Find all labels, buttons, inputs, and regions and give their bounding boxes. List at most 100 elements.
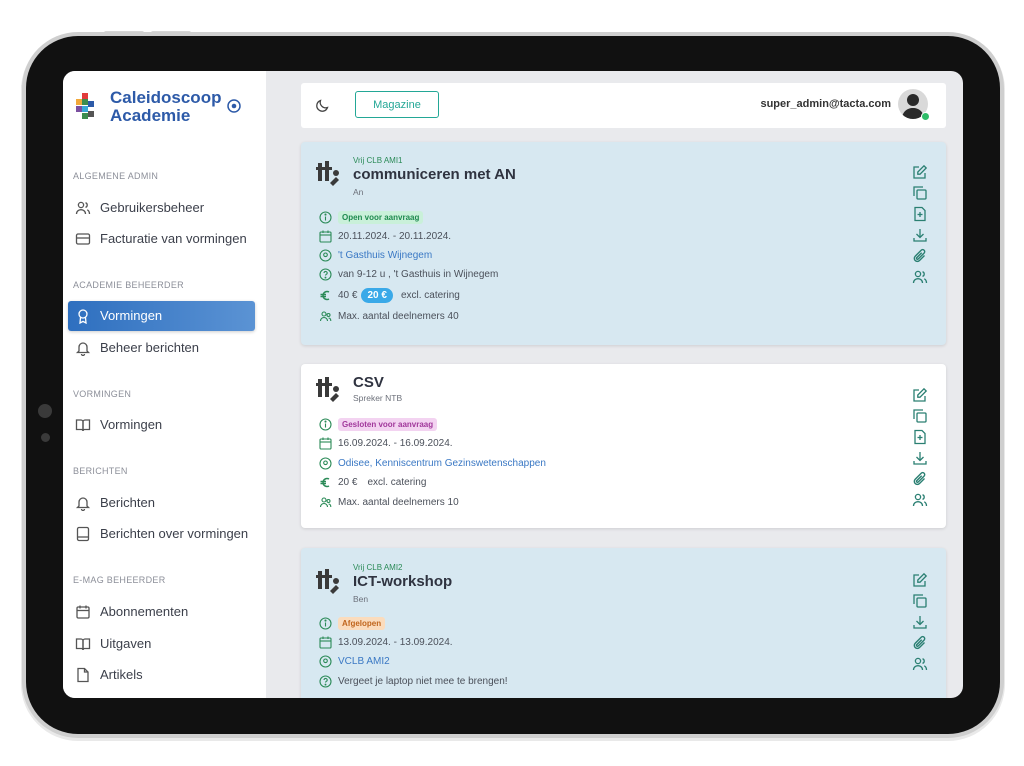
app-screen: Caleidoscoop Academie ALGEMENE ADMIN Geb…: [63, 71, 963, 698]
edit-icon[interactable]: [912, 164, 928, 180]
brand-name-line1: Caleidoscoop: [110, 88, 222, 107]
sidebar-item-label: Vormingen: [100, 308, 163, 323]
download-icon[interactable]: [912, 614, 928, 630]
paperclip-icon[interactable]: [912, 635, 928, 651]
file-add-icon[interactable]: [912, 429, 928, 445]
book-open-icon: [75, 419, 91, 432]
training-card[interactable]: Vrij CLB AMI1 communiceren met AN An Ope…: [301, 142, 946, 345]
card-subtitle: An: [353, 187, 364, 197]
credit-card-icon: [75, 233, 91, 245]
paperclip-icon[interactable]: [912, 248, 928, 264]
card-subtitle: Ben: [353, 594, 369, 604]
card-price: 40 €: [338, 289, 358, 301]
sidebar-item-label: Uitgaven: [100, 636, 152, 651]
card-title[interactable]: ICT-workshop: [353, 573, 452, 590]
card-price: 20 €: [338, 476, 358, 488]
training-card[interactable]: CSV Spreker NTB Gesloten voor aanvraag 1…: [301, 364, 946, 528]
section-title-berichten: BERICHTEN: [73, 466, 128, 476]
map-pin-icon: [319, 456, 332, 470]
participants-row: Max. aantal deelnemers 10: [319, 494, 459, 510]
dark-mode-moon-icon[interactable]: [315, 97, 331, 113]
card-title[interactable]: CSV: [353, 374, 384, 391]
sidebar-toggle-icon[interactable]: [227, 99, 241, 113]
file-add-icon[interactable]: [912, 206, 928, 222]
tablet-camera: [38, 404, 52, 418]
training-card[interactable]: Vrij CLB AMI2 ICT-workshop Ben Afgelopen…: [301, 548, 946, 698]
sidebar-item-label: Abonnementen: [100, 604, 189, 619]
status-badge: Gesloten voor aanvraag: [338, 417, 438, 431]
copy-icon[interactable]: [912, 593, 928, 609]
date-row: 13.09.2024. - 13.09.2024.: [319, 634, 453, 650]
copy-icon[interactable]: [912, 185, 928, 201]
card-info: van 9-12 u , 't Gasthuis in Wijnegem: [338, 268, 499, 280]
sidebar-item-label: Vormingen: [100, 417, 163, 432]
catering-note: excl. catering: [367, 476, 427, 488]
sidebar-item-beheer-berichten[interactable]: Beheer berichten: [68, 333, 255, 363]
date-row: 16.09.2024. - 16.09.2024.: [319, 435, 453, 451]
top-bar: Magazine super_admin@tacta.com: [301, 83, 946, 128]
question-circle-icon: [319, 267, 332, 281]
status-row: Afgelopen: [319, 615, 386, 631]
sidebar-item-uitgaven[interactable]: Uitgaven: [68, 629, 255, 659]
location-link[interactable]: Odisee, Kenniscentrum Gezinswetenschappe…: [338, 458, 546, 469]
map-pin-icon: [319, 248, 332, 262]
card-dates: 16.09.2024. - 16.09.2024.: [338, 437, 453, 449]
info-row: Vergeet je laptop niet mee te brengen!: [319, 673, 508, 689]
edit-icon[interactable]: [912, 572, 928, 588]
section-title-algemene-admin: ALGEMENE ADMIN: [73, 171, 159, 181]
calendar-icon: [319, 437, 332, 450]
magazine-button[interactable]: Magazine: [355, 91, 439, 118]
sidebar-item-berichten-over-vormingen[interactable]: Berichten over vormingen: [68, 519, 255, 549]
sidebar-item-label: Gebruikersbeheer: [100, 200, 205, 215]
location-row: Odisee, Kenniscentrum Gezinswetenschappe…: [319, 455, 546, 471]
sidebar-item-vormingen-active[interactable]: Vormingen: [68, 301, 255, 331]
copy-icon[interactable]: [912, 408, 928, 424]
file-icon: [77, 667, 89, 683]
map-pin-icon: [319, 654, 332, 668]
section-title-vormingen: VORMINGEN: [73, 389, 132, 399]
training-logo-icon: [316, 161, 339, 186]
book-open-icon: [75, 638, 91, 651]
download-icon[interactable]: [912, 227, 928, 243]
users-icon[interactable]: [912, 269, 928, 285]
info-row: van 9-12 u , 't Gasthuis in Wijnegem: [319, 266, 498, 282]
card-pretitle: Vrij CLB AMI1: [353, 156, 403, 165]
sidebar-item-label: Beheer berichten: [100, 340, 200, 355]
tablet-icon: [76, 526, 90, 542]
users-icon[interactable]: [912, 492, 928, 508]
sidebar-item-abonnementen[interactable]: Abonnementen: [68, 597, 255, 627]
download-icon[interactable]: [912, 450, 928, 466]
sidebar-item-berichten[interactable]: Berichten: [68, 488, 255, 518]
sidebar-item-artikels[interactable]: Artikels: [68, 660, 255, 690]
location-link[interactable]: VCLB AMI2: [338, 656, 390, 667]
sidebar-item-label: Facturatie van vormingen: [100, 231, 247, 246]
brand[interactable]: Caleidoscoop Academie: [75, 89, 255, 129]
section-title-academie-beheerder: ACADEMIE BEHEERDER: [73, 280, 184, 290]
info-icon: [319, 417, 332, 431]
user-email[interactable]: super_admin@tacta.com: [760, 98, 891, 110]
status-badge: Afgelopen: [338, 616, 386, 630]
location-link[interactable]: 't Gasthuis Wijnegem: [338, 250, 432, 261]
status-row: Open voor aanvraag: [319, 209, 424, 225]
status-badge: Open voor aanvraag: [338, 210, 424, 224]
users-icon[interactable]: [912, 656, 928, 672]
training-logo-icon: [316, 377, 339, 402]
calendar-icon: [319, 230, 332, 243]
sidebar-item-facturatie[interactable]: Facturatie van vormingen: [68, 224, 255, 254]
price-chip: 20 €: [361, 287, 393, 303]
sidebar-item-vormingen[interactable]: Vormingen: [68, 410, 255, 440]
participants-icon: [319, 310, 332, 321]
paperclip-icon[interactable]: [912, 471, 928, 487]
status-row: Gesloten voor aanvraag: [319, 416, 438, 432]
card-title[interactable]: communiceren met AN: [353, 166, 516, 183]
sidebar: Caleidoscoop Academie ALGEMENE ADMIN Geb…: [63, 71, 266, 698]
users-icon: [75, 201, 91, 215]
card-pretitle: Vrij CLB AMI2: [353, 563, 403, 572]
max-participants: Max. aantal deelnemers 10: [338, 496, 459, 508]
price-row: 20 € excl. catering: [319, 474, 426, 490]
training-logo-icon: [316, 569, 339, 594]
date-row: 20.11.2024. - 20.11.2024.: [319, 228, 451, 244]
card-subtitle: Spreker NTB: [353, 393, 403, 403]
edit-icon[interactable]: [912, 387, 928, 403]
sidebar-item-gebruikersbeheer[interactable]: Gebruikersbeheer: [68, 193, 255, 223]
